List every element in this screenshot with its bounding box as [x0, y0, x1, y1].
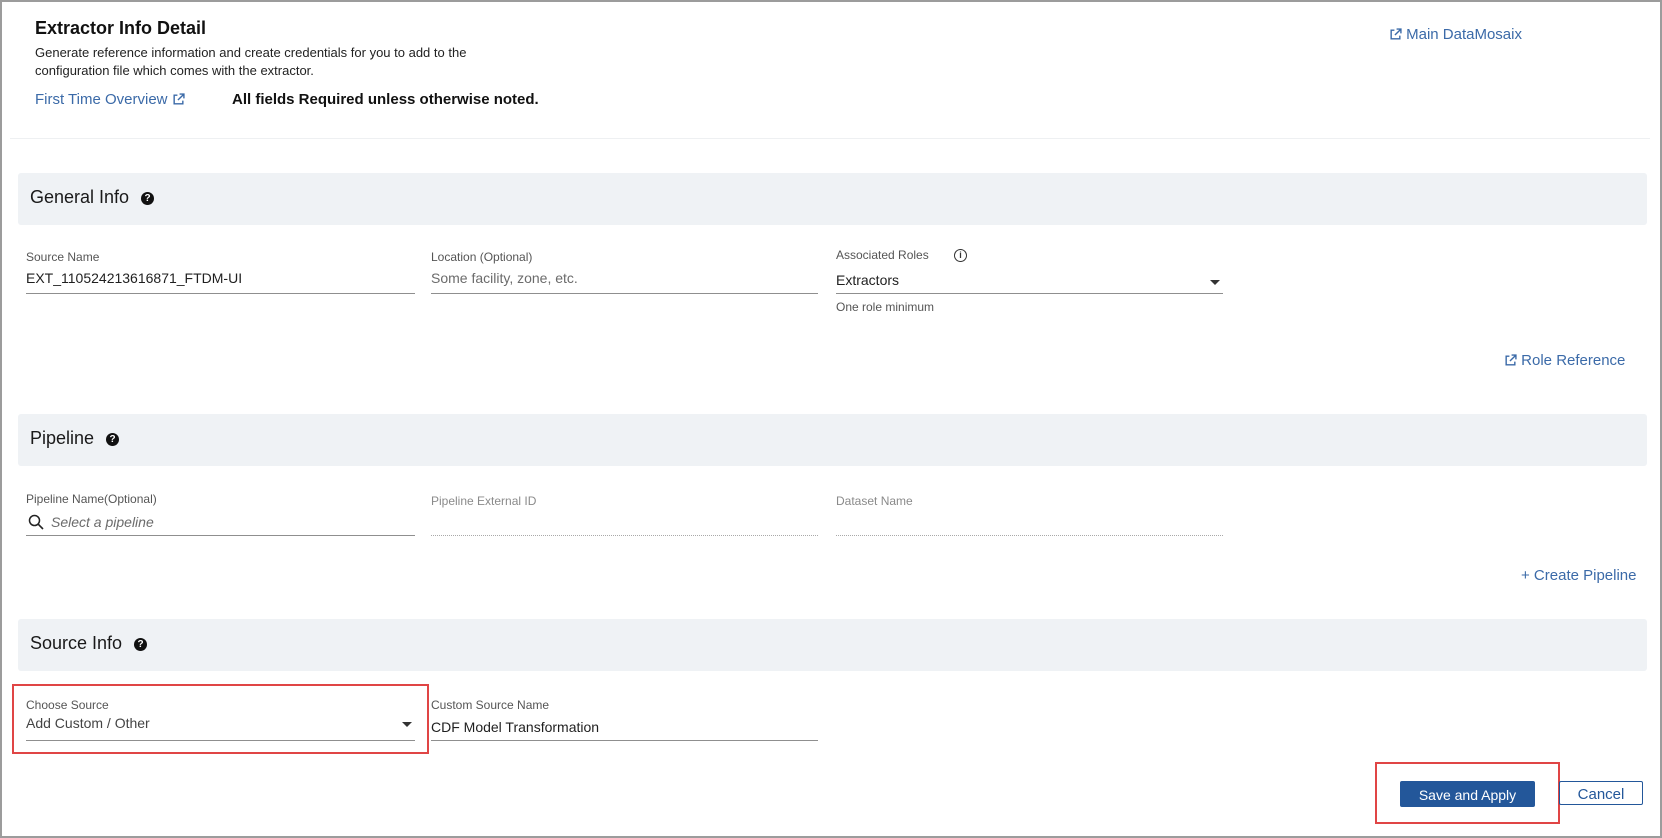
pipeline-search-input[interactable]: Select a pipeline: [51, 514, 154, 530]
help-icon[interactable]: ?: [134, 638, 148, 651]
general-info-title-wrap: General Info?: [30, 187, 155, 208]
location-input[interactable]: Some facility, zone, etc.: [431, 270, 578, 286]
pipeline-name-underline: [26, 535, 415, 536]
search-icon: [28, 514, 44, 535]
source-info-title-wrap: Source Info?: [30, 633, 148, 654]
cancel-button[interactable]: Cancel: [1559, 781, 1643, 805]
associated-roles-select[interactable]: Extractors: [836, 272, 899, 288]
role-reference-link[interactable]: Role Reference: [1504, 352, 1625, 369]
help-icon[interactable]: ?: [141, 192, 155, 205]
role-reference-label: Role Reference: [1521, 352, 1626, 369]
custom-source-name-underline: [431, 740, 818, 741]
custom-source-name-input[interactable]: CDF Model Transformation: [431, 719, 599, 735]
info-icon[interactable]: i: [954, 249, 967, 262]
external-link-icon: [1389, 26, 1406, 43]
source-info-title: Source Info: [30, 633, 123, 653]
help-icon[interactable]: ?: [106, 433, 120, 446]
page-description: Generate reference information and creat…: [35, 45, 467, 78]
required-fields-note: All fields Required unless otherwise not…: [232, 91, 539, 108]
pipeline-title: Pipeline: [30, 428, 95, 448]
main-datamosaix-link[interactable]: Main DataMosaix: [1389, 26, 1522, 43]
general-info-section-header: General Info?: [18, 173, 1647, 225]
source-name-input[interactable]: EXT_110524213616871_FTDM-UI: [26, 270, 242, 286]
window-frame: Extractor Info Detail Generate reference…: [0, 0, 1662, 838]
first-time-overview-label: First Time Overview: [35, 91, 168, 108]
dataset-name-label: Dataset Name: [836, 494, 913, 508]
location-label: Location (Optional): [431, 250, 533, 264]
highlight-box-choose-source: [12, 684, 429, 754]
page-title: Extractor Info Detail: [35, 18, 207, 38]
roles-hint: One role minimum: [836, 300, 935, 314]
custom-source-name-label: Custom Source Name: [431, 698, 550, 712]
save-and-apply-button[interactable]: Save and Apply: [1400, 781, 1535, 807]
source-info-section-header: Source Info?: [18, 619, 1647, 671]
create-pipeline-link[interactable]: + Create Pipeline: [1521, 567, 1637, 584]
location-underline: [431, 293, 818, 294]
source-name-label: Source Name: [26, 250, 100, 264]
header-divider: [10, 138, 1650, 139]
dataset-name-field: [836, 535, 1223, 536]
pipeline-external-id-label: Pipeline External ID: [431, 494, 537, 508]
pipeline-name-label: Pipeline Name(Optional): [26, 492, 157, 506]
pipeline-external-id-field: [431, 535, 818, 536]
main-datamosaix-label: Main DataMosaix: [1406, 26, 1522, 43]
external-link-icon: [1504, 352, 1521, 369]
associated-roles-label: Associated Roles: [836, 248, 929, 262]
pipeline-section-header: Pipeline?: [18, 414, 1647, 466]
pipeline-title-wrap: Pipeline?: [30, 428, 120, 449]
general-info-title: General Info: [30, 187, 130, 207]
source-name-underline: [26, 293, 415, 294]
associated-roles-underline: [836, 293, 1223, 294]
chevron-down-icon[interactable]: [1210, 280, 1220, 285]
first-time-overview-link[interactable]: First Time Overview: [35, 91, 185, 108]
external-link-icon: [172, 91, 185, 108]
